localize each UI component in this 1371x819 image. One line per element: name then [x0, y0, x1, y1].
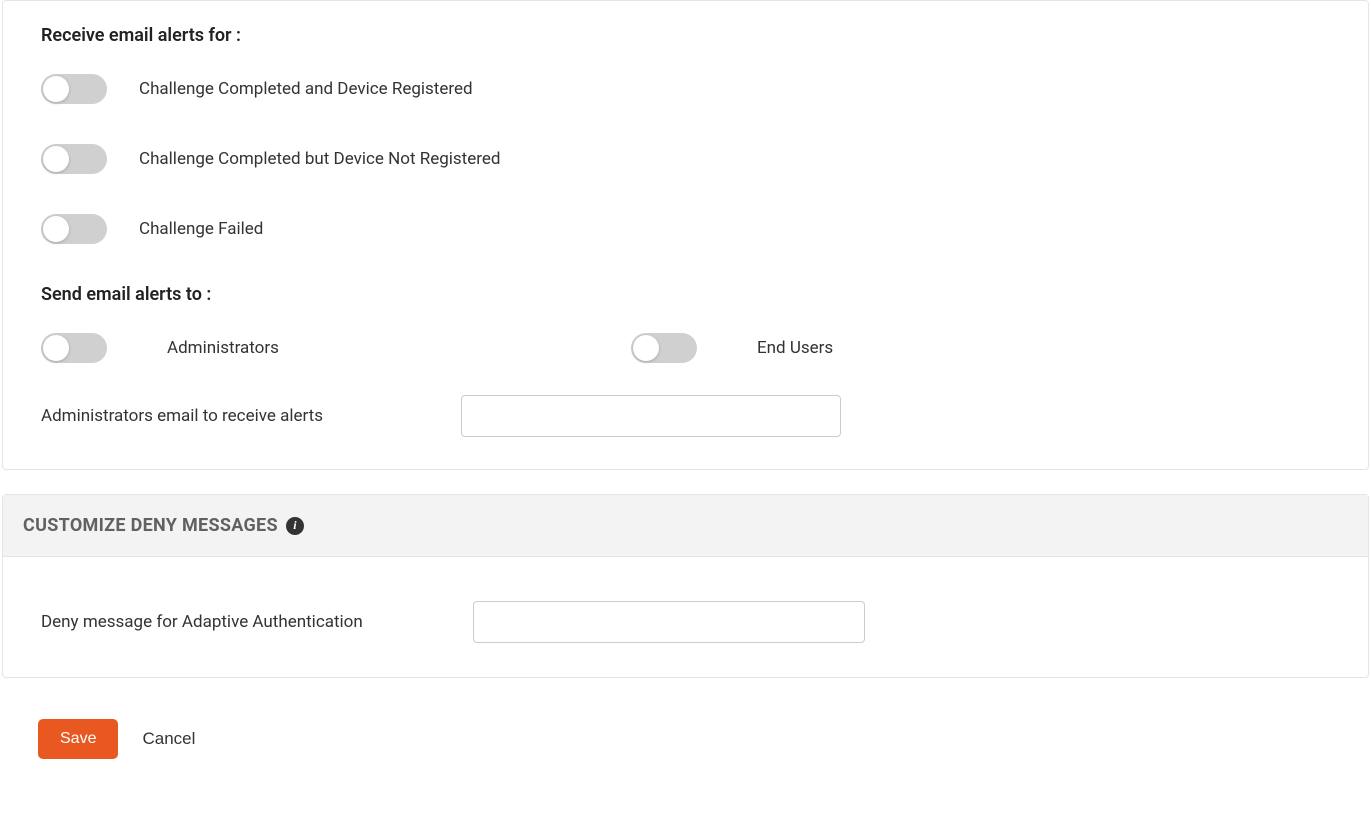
cancel-button[interactable]: Cancel — [138, 718, 199, 760]
deny-messages-header: CUSTOMIZE DENY MESSAGES i — [3, 495, 1368, 557]
toggle-row-challenge-failed: Challenge Failed — [41, 214, 1330, 244]
recipient-administrators: Administrators — [41, 333, 631, 363]
deny-message-input[interactable] — [473, 601, 865, 643]
deny-message-row: Deny message for Adaptive Authentication — [41, 601, 1330, 643]
toggle-knob — [43, 146, 69, 172]
toggle-label-end-users: End Users — [757, 338, 833, 358]
email-alerts-body: Receive email alerts for : Challenge Com… — [3, 1, 1368, 469]
email-alerts-panel: Receive email alerts for : Challenge Com… — [2, 0, 1369, 470]
deny-message-label: Deny message for Adaptive Authentication — [41, 612, 473, 632]
toggle-row-challenge-completed-registered: Challenge Completed and Device Registere… — [41, 74, 1330, 104]
toggle-label-challenge-failed: Challenge Failed — [139, 219, 263, 239]
deny-messages-title: CUSTOMIZE DENY MESSAGES — [23, 515, 278, 536]
toggle-knob — [43, 76, 69, 102]
receive-alerts-heading: Receive email alerts for : — [41, 25, 1330, 46]
toggle-end-users[interactable] — [631, 333, 697, 363]
deny-messages-panel: CUSTOMIZE DENY MESSAGES i Deny message f… — [2, 494, 1369, 678]
admin-email-row: Administrators email to receive alerts — [41, 395, 1330, 437]
toggle-label-administrators: Administrators — [167, 338, 279, 358]
action-button-row: Save Cancel — [0, 702, 1371, 780]
toggle-challenge-completed-registered[interactable] — [41, 74, 107, 104]
toggle-row-challenge-completed-not-registered: Challenge Completed but Device Not Regis… — [41, 144, 1330, 174]
toggle-knob — [43, 216, 69, 242]
recipient-end-users: End Users — [631, 333, 833, 363]
toggle-challenge-failed[interactable] — [41, 214, 107, 244]
toggle-challenge-completed-not-registered[interactable] — [41, 144, 107, 174]
deny-messages-body: Deny message for Adaptive Authentication — [3, 557, 1368, 677]
admin-email-input[interactable] — [461, 395, 841, 437]
toggle-label-challenge-completed-registered: Challenge Completed and Device Registere… — [139, 79, 473, 99]
toggle-knob — [43, 335, 69, 361]
recipient-toggle-row: Administrators End Users — [41, 333, 1330, 363]
save-button[interactable]: Save — [38, 719, 118, 759]
toggle-administrators[interactable] — [41, 333, 107, 363]
toggle-label-challenge-completed-not-registered: Challenge Completed but Device Not Regis… — [139, 149, 500, 169]
info-icon[interactable]: i — [286, 517, 304, 535]
toggle-knob — [633, 335, 659, 361]
send-alerts-heading: Send email alerts to : — [41, 284, 1330, 305]
admin-email-label: Administrators email to receive alerts — [41, 406, 461, 426]
